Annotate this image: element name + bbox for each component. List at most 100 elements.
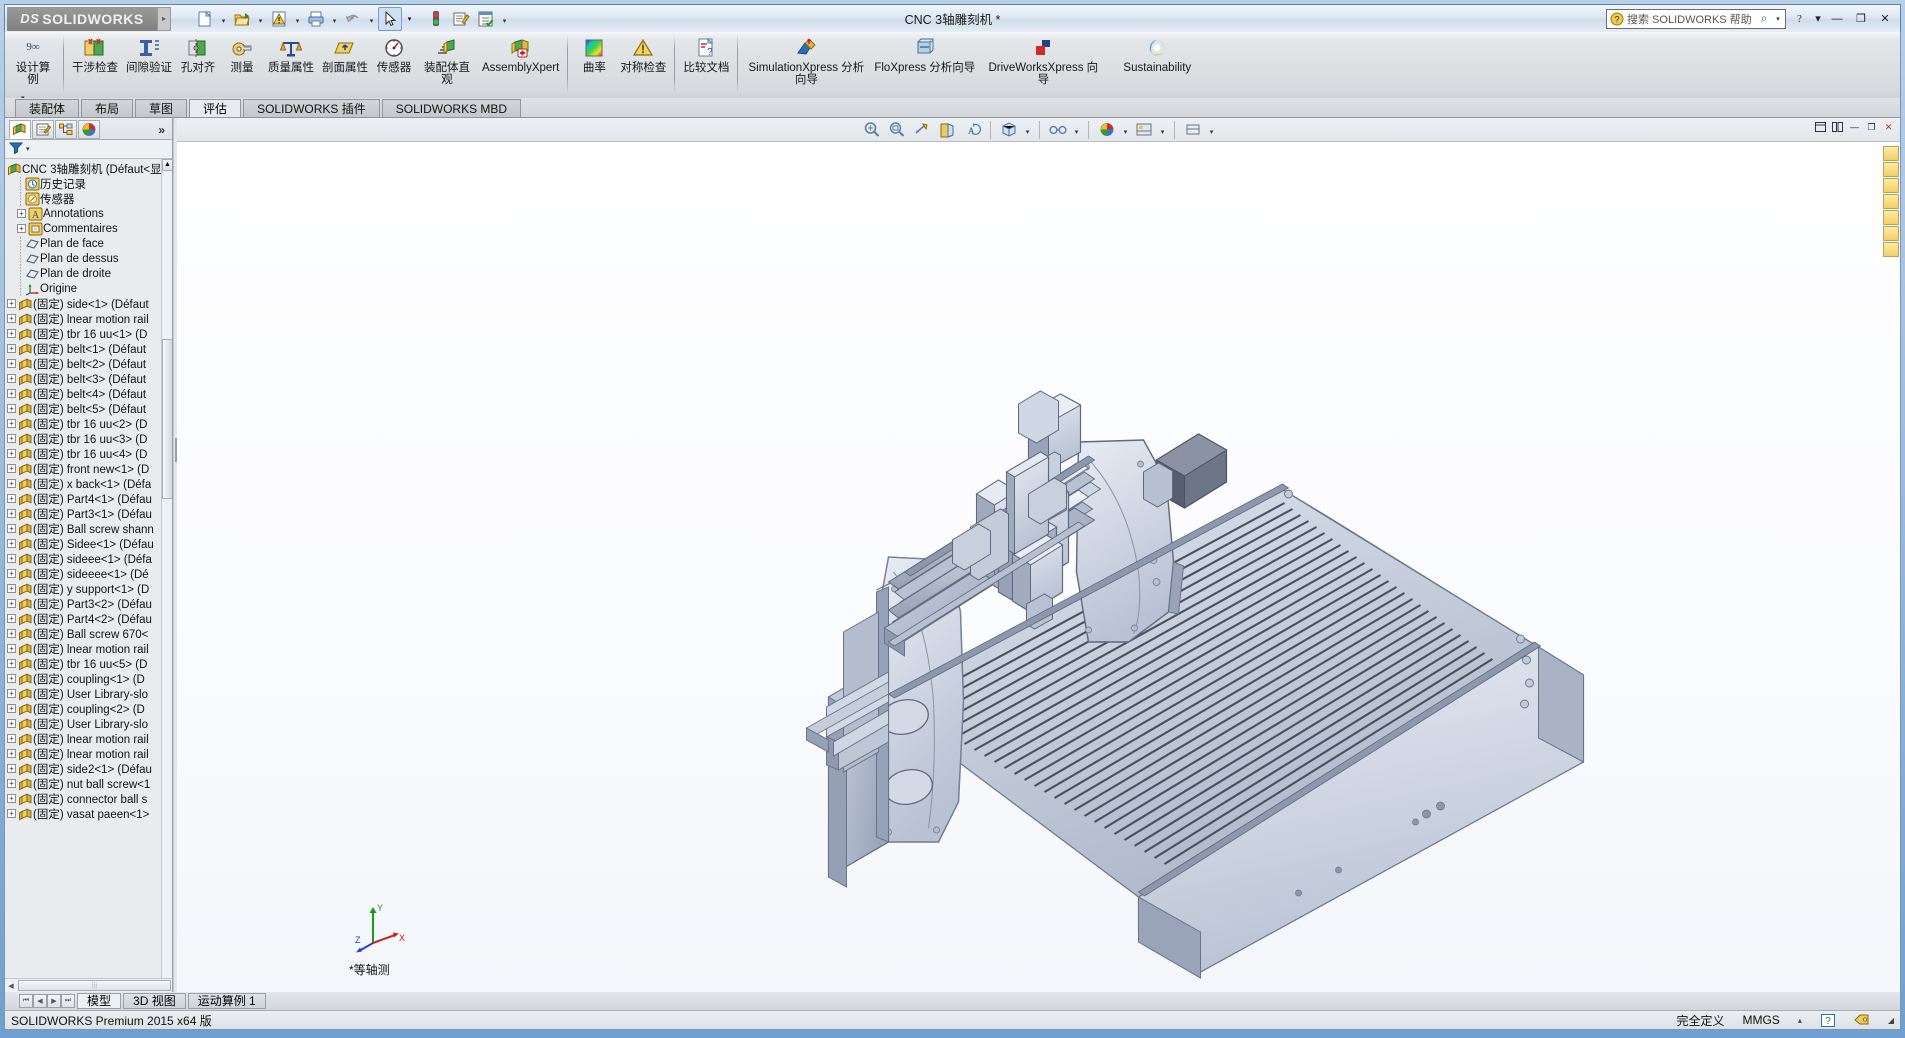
tab-solidworks-mbd[interactable]: SOLIDWORKS MBD (382, 99, 521, 118)
tree-expand-icon[interactable]: + (7, 479, 16, 488)
tree-item[interactable]: +(固定) belt<1> (Défaut (5, 341, 172, 356)
tree-item[interactable]: +(固定) Part3<1> (Défau (5, 506, 172, 521)
tree-expand-icon[interactable]: + (7, 314, 16, 323)
manager-more-button[interactable]: » (158, 123, 170, 137)
tree-item[interactable]: +(固定) tbr 16 uu<4> (D (5, 446, 172, 461)
design-study-button[interactable]: 9∞ 设计算例 (7, 32, 59, 94)
tree-item[interactable]: +(固定) y support<1> (D (5, 581, 172, 596)
tree-item[interactable]: +(固定) User Library-slo (5, 716, 172, 731)
display-style-caret[interactable]: ▾ (1023, 120, 1032, 140)
assembly-visualization-button[interactable]: 装配体直观 (416, 32, 478, 94)
tree-expand-icon[interactable]: + (7, 584, 16, 593)
tree-item[interactable]: +(固定) belt<2> (Défaut (5, 356, 172, 371)
new-document-button[interactable] (193, 7, 217, 31)
appearance-caret[interactable]: ▾ (1121, 120, 1130, 140)
tree-expand-icon[interactable]: + (7, 404, 16, 413)
tree-expand-icon[interactable]: + (7, 344, 16, 353)
tree-expand-icon[interactable]: + (7, 809, 16, 818)
driveworksxpress-button[interactable]: DriveWorksXpress 向导 (979, 32, 1107, 94)
tree-expand-icon[interactable]: + (7, 509, 16, 518)
menu-expand-arrow[interactable]: ▸ (157, 7, 171, 31)
status-units-caret[interactable]: ▴ (1798, 1016, 1802, 1025)
mass-properties-button[interactable]: 质量属性 (264, 32, 318, 94)
tree-item[interactable]: Plan de droite (5, 266, 172, 281)
tree-item[interactable]: +(固定) side<1> (Défaut (5, 296, 172, 311)
rebuild-status-indicator[interactable] (424, 7, 448, 31)
tree-hscroll-left[interactable]: ◀ (5, 982, 17, 990)
last-tab-button[interactable]: ⏭ (61, 994, 75, 1008)
minimize-button[interactable]: — (1826, 10, 1848, 28)
search-caret-icon[interactable]: ▾ (1773, 15, 1783, 23)
tile-icon[interactable] (1830, 120, 1845, 134)
sensor-button[interactable]: 传感器 (372, 32, 416, 94)
tree-expand-icon[interactable]: + (7, 359, 16, 368)
task-list-button[interactable] (474, 7, 498, 31)
tree-expand-icon[interactable]: + (7, 794, 16, 803)
tree-expand-icon[interactable]: + (7, 689, 16, 698)
tree-horizontal-scrollbar[interactable]: ◀ ⦙⦙⦙ (5, 978, 172, 992)
print-caret[interactable]: ▾ (329, 7, 340, 31)
tree-item[interactable]: 历史记录 (5, 176, 172, 191)
tree-expand-icon[interactable]: + (7, 299, 16, 308)
tree-item[interactable]: +(固定) lnear motion rail (5, 641, 172, 656)
view-settings-caret[interactable]: ▾ (1207, 120, 1216, 140)
simulationxpress-button[interactable]: SimulationXpress 分析向导 (742, 32, 870, 94)
maximize-icon[interactable]: ❐ (1864, 120, 1879, 134)
tree-expand-icon[interactable]: + (7, 614, 16, 623)
clearance-verification-button[interactable]: 间隙验证 (122, 32, 176, 94)
tab-layout[interactable]: 布局 (81, 99, 133, 118)
display-manager-tab[interactable] (78, 120, 100, 139)
next-tab-button[interactable]: ▶ (47, 994, 61, 1008)
tree-item[interactable]: +Commentaires (5, 221, 172, 236)
filter-caret-icon[interactable]: ▾ (26, 145, 30, 153)
tree-expand-icon[interactable]: + (7, 554, 16, 563)
first-tab-button[interactable]: ⏮ (19, 994, 33, 1008)
tree-expand-icon[interactable]: + (7, 494, 16, 503)
tree-expand-icon[interactable]: + (7, 569, 16, 578)
search-icon[interactable]: ⌕ (1755, 11, 1773, 26)
tree-item[interactable]: +(固定) Part4<1> (Défau (5, 491, 172, 506)
sustainability-button[interactable]: Sustainability (1107, 32, 1207, 94)
graphics-area[interactable]: A ▾ ▾ ▾ ▾ (177, 118, 1900, 992)
tree-item[interactable]: +(固定) tbr 16 uu<1> (D (5, 326, 172, 341)
previous-view-icon[interactable] (911, 120, 933, 140)
tree-item[interactable]: +(固定) belt<5> (Défaut (5, 401, 172, 416)
tree-item[interactable]: Plan de dessus (5, 251, 172, 266)
tree-scroll-thumb[interactable] (162, 339, 172, 499)
tab-evaluate[interactable]: 评估 (189, 99, 241, 118)
prev-tab-button[interactable]: ◀ (33, 994, 47, 1008)
help-caret-icon[interactable]: ▾ (1812, 10, 1824, 28)
tree-item[interactable]: +(固定) vasat paeen<1> (5, 806, 172, 821)
tree-scrollbar[interactable]: ▲ (161, 159, 172, 978)
zoom-area-icon[interactable] (886, 120, 908, 140)
tree-item[interactable]: +(固定) belt<3> (Défaut (5, 371, 172, 386)
minimize-icon[interactable]: — (1847, 120, 1862, 134)
select-tool-caret[interactable]: ▾ (403, 7, 416, 31)
property-manager-tab[interactable] (32, 120, 54, 139)
tree-item[interactable]: +(固定) lnear motion rail (5, 746, 172, 761)
floxpress-button[interactable]: FloXpress 分析向导 (870, 32, 979, 94)
tree-expand-icon[interactable]: + (7, 434, 16, 443)
tree-expand-icon[interactable]: + (7, 464, 16, 473)
tab-assembly[interactable]: 装配体 (15, 99, 79, 118)
tree-expand-icon[interactable]: + (7, 719, 16, 728)
tree-item[interactable]: +(固定) coupling<2> (D (5, 701, 172, 716)
tree-expand-icon[interactable]: + (7, 674, 16, 683)
tree-expand-icon[interactable]: + (7, 419, 16, 428)
select-tool-button[interactable] (378, 7, 402, 31)
tree-filter-bar[interactable]: ▾ (5, 140, 172, 159)
tree-item[interactable]: +(固定) nut ball screw<1 (5, 776, 172, 791)
tree-item[interactable]: Plan de face (5, 236, 172, 251)
tree-expand-icon[interactable]: + (7, 629, 16, 638)
options-button[interactable] (449, 7, 473, 31)
tree-item[interactable]: +(固定) Sidee<1> (Défau (5, 536, 172, 551)
scene-caret[interactable]: ▾ (1158, 120, 1167, 140)
assembly-xpert-button[interactable]: AssemblyXpert (478, 32, 563, 94)
tab-motion-study-1[interactable]: 运动算例 1 (188, 993, 266, 1009)
tree-item[interactable]: +AAnnotations (5, 206, 172, 221)
tree-expand-icon[interactable]: + (7, 779, 16, 788)
open-document-caret[interactable]: ▾ (255, 7, 266, 31)
display-style-icon[interactable] (998, 120, 1020, 140)
restore-icon[interactable] (1813, 120, 1828, 134)
tree-item[interactable]: +(固定) sideeee<1> (Dé (5, 566, 172, 581)
